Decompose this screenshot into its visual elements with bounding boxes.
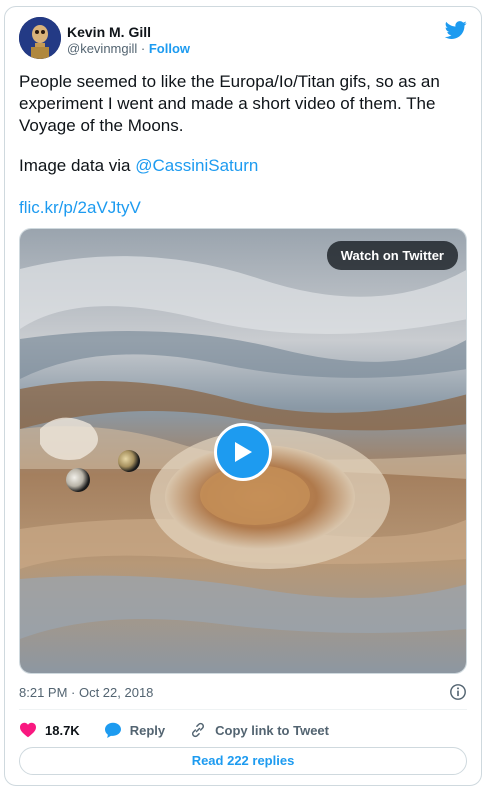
- tweet-text-line: Voyage of the Moons.: [19, 116, 184, 135]
- play-icon: [235, 442, 252, 462]
- mention-link[interactable]: @CassiniSaturn: [135, 156, 258, 175]
- video-thumbnail[interactable]: Watch on Twitter: [19, 228, 467, 674]
- author-name[interactable]: Kevin M. Gill: [67, 24, 151, 40]
- author-handle[interactable]: @kevinmgill: [67, 41, 137, 56]
- tweet-card: Kevin M. Gill @kevinmgill · Follow Peopl…: [4, 6, 482, 786]
- twitter-bird-icon[interactable]: [445, 19, 467, 41]
- copy-link-label: Copy link to Tweet: [215, 722, 329, 738]
- image-credit: Image data via @CassiniSaturn: [19, 155, 258, 177]
- tweet-link[interactable]: flic.kr/p/2aVJtyV: [19, 198, 141, 217]
- link-icon: [192, 722, 205, 738]
- copy-link-button[interactable]: Copy link to Tweet: [189, 721, 329, 739]
- author-handle-line: @kevinmgill · Follow: [67, 41, 190, 56]
- heart-icon: [20, 722, 36, 738]
- play-button[interactable]: [214, 423, 272, 481]
- watch-on-twitter-badge[interactable]: Watch on Twitter: [326, 241, 458, 270]
- tweet-text-line: experiment I went and made a short video…: [19, 94, 436, 113]
- tweet-actions: 18.7K Reply Copy link to Tweet: [19, 719, 353, 741]
- tweet-timestamp[interactable]: 8:21 PM · Oct 22, 2018: [19, 685, 153, 700]
- image-credit-prefix: Image data via: [19, 156, 136, 175]
- read-replies-button[interactable]: Read 222 replies: [19, 747, 467, 775]
- tweet-text: People seemed to like the Europa/Io/Tita…: [19, 71, 465, 137]
- divider: [19, 709, 467, 710]
- handle-separator: ·: [137, 41, 149, 56]
- reply-button[interactable]: Reply: [104, 722, 165, 738]
- tweet-text-line: People seemed to like the Europa/Io/Tita…: [19, 72, 440, 91]
- info-icon[interactable]: [449, 683, 467, 701]
- like-button[interactable]: 18.7K: [19, 722, 80, 738]
- tweet-link-row: flic.kr/p/2aVJtyV: [19, 197, 141, 219]
- reply-bubble-icon: [104, 722, 121, 738]
- follow-button[interactable]: Follow: [149, 41, 190, 56]
- avatar[interactable]: [19, 17, 61, 59]
- reply-label: Reply: [129, 722, 166, 738]
- like-count: 18.7K: [45, 722, 80, 738]
